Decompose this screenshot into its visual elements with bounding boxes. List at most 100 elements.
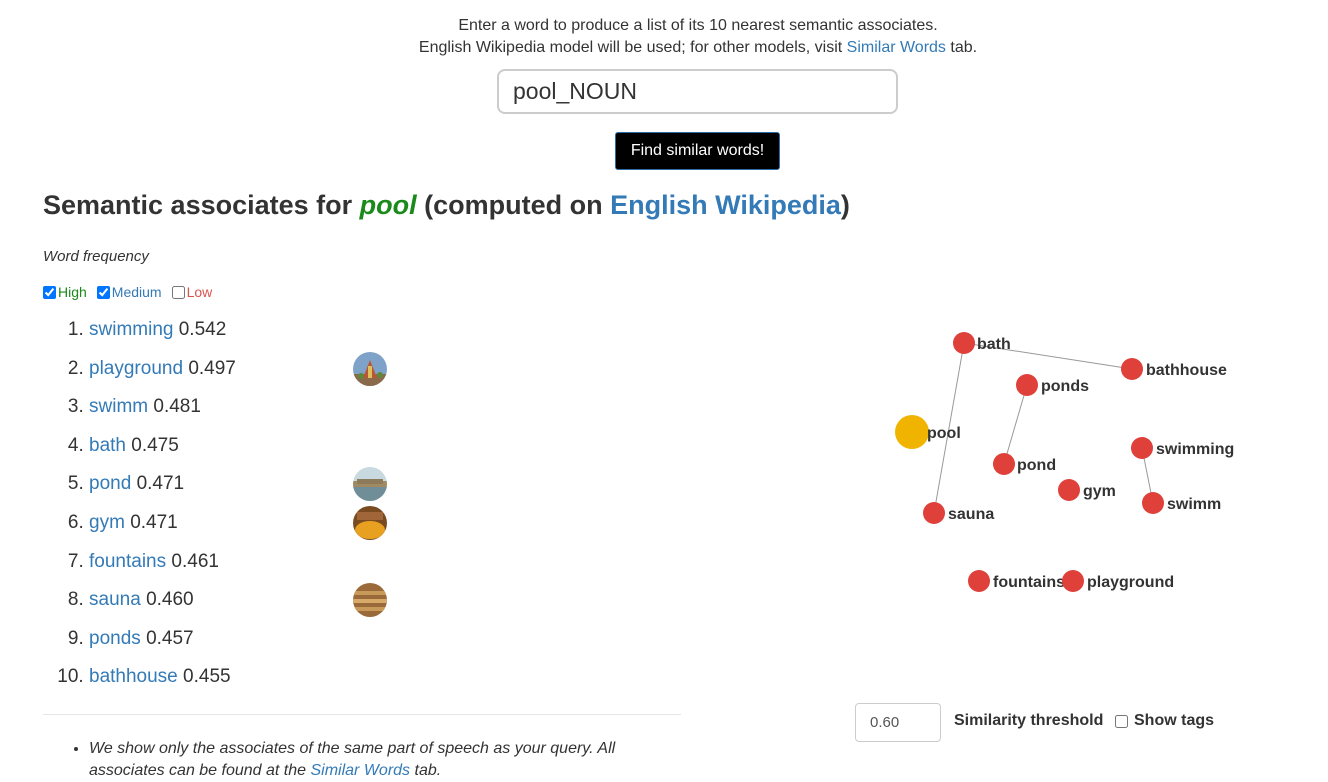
- list-item: gym 0.471: [89, 504, 449, 543]
- gym-thumbnail[interactable]: [353, 505, 387, 540]
- graph-node-pond[interactable]: pond: [993, 453, 1056, 475]
- show-tags-toggle[interactable]: Show tags: [1115, 712, 1214, 730]
- intro-line-1: Enter a word to produce a list of its 10…: [458, 17, 938, 34]
- associate-link[interactable]: swimming: [89, 319, 173, 340]
- similarity-threshold-input[interactable]: [855, 703, 941, 742]
- filter-high[interactable]: High: [43, 284, 87, 300]
- find-similar-words-button[interactable]: Find similar words!: [615, 132, 780, 170]
- search-input[interactable]: [497, 69, 898, 114]
- associate-score: 0.542: [178, 319, 227, 340]
- node-sauna-label: sauna: [948, 506, 994, 523]
- associates-list: swimming 0.542 playground 0.497 swimm 0.…: [43, 311, 449, 697]
- node-pond-circle[interactable]: [993, 453, 1015, 475]
- associate-score: 0.471: [136, 473, 185, 495]
- node-pond-label: pond: [1017, 457, 1056, 474]
- associate-score: 0.481: [153, 396, 201, 418]
- frequency-filters: High Medium Low: [43, 284, 222, 300]
- filter-medium[interactable]: Medium: [96, 284, 162, 300]
- graph-node-gym[interactable]: gym: [1058, 479, 1116, 501]
- high-frequency-label: High: [58, 284, 87, 300]
- graph-node-fountains[interactable]: fountains: [968, 570, 1065, 592]
- node-fountains-circle[interactable]: [968, 570, 990, 592]
- note-text-2: tab.: [410, 762, 442, 779]
- graph-node-ponds[interactable]: ponds: [1016, 374, 1089, 396]
- word-frequency-label: Word frequency: [43, 248, 149, 265]
- semantic-graph[interactable]: pool bath bathhouse ponds pond swimming …: [870, 300, 1310, 630]
- low-frequency-label: Low: [186, 284, 213, 300]
- associate-score: 0.460: [146, 589, 194, 611]
- intro-line-2-suffix: tab.: [945, 39, 978, 56]
- title-middle: (computed on: [416, 190, 611, 220]
- list-item: swimm 0.481: [89, 388, 449, 427]
- list-item: pond 0.471: [89, 465, 449, 504]
- notes-list: We show only the associates of the same …: [43, 738, 689, 782]
- node-bathhouse-circle[interactable]: [1121, 358, 1143, 380]
- node-swimm-label: swimm: [1167, 496, 1221, 513]
- similar-words-link[interactable]: Similar Words: [847, 39, 946, 56]
- graph-node-bathhouse[interactable]: bathhouse: [1121, 358, 1227, 380]
- list-item: swimming 0.542: [89, 311, 449, 350]
- graph-edges: [933, 342, 1154, 514]
- list-item: bath 0.475: [89, 427, 449, 466]
- graph-node-swimming[interactable]: swimming: [1131, 437, 1234, 459]
- title-query-word: pool: [359, 190, 417, 220]
- associate-link[interactable]: ponds: [89, 628, 141, 649]
- title-prefix: Semantic associates for: [43, 190, 360, 220]
- model-link[interactable]: English Wikipedia: [610, 190, 841, 220]
- low-frequency-checkbox[interactable]: [171, 285, 185, 299]
- node-fountains-label: fountains: [993, 574, 1065, 591]
- show-tags-checkbox[interactable]: [1115, 714, 1128, 728]
- pond-thumbnail[interactable]: [353, 467, 387, 502]
- node-bath-label: bath: [977, 336, 1011, 353]
- associate-link[interactable]: pond: [89, 473, 131, 494]
- playground-thumbnail[interactable]: [353, 351, 387, 386]
- associate-link[interactable]: fountains: [89, 551, 166, 572]
- associate-link[interactable]: playground: [89, 358, 183, 379]
- medium-frequency-label: Medium: [111, 284, 162, 300]
- intro-text: Enter a word to produce a list of its 10…: [0, 15, 1328, 59]
- list-item: playground 0.497: [89, 350, 449, 389]
- node-gym-label: gym: [1083, 483, 1116, 500]
- title-suffix: ): [840, 190, 850, 220]
- graph-node-sauna[interactable]: sauna: [923, 502, 994, 524]
- node-pool-circle[interactable]: [895, 415, 929, 449]
- node-swimming-circle[interactable]: [1131, 437, 1153, 459]
- associate-score: 0.457: [146, 627, 194, 649]
- associate-score: 0.471: [130, 511, 178, 533]
- associate-score: 0.461: [171, 550, 219, 572]
- note-item: We show only the associates of the same …: [89, 738, 689, 782]
- graph-node-playground[interactable]: playground: [1062, 570, 1174, 592]
- node-ponds-circle[interactable]: [1016, 374, 1038, 396]
- high-frequency-checkbox[interactable]: [43, 285, 56, 299]
- list-item: sauna 0.460: [89, 581, 449, 620]
- node-playground-circle[interactable]: [1062, 570, 1084, 592]
- list-item: ponds 0.457: [89, 620, 449, 659]
- sauna-thumbnail[interactable]: [353, 583, 387, 618]
- associate-link[interactable]: gym: [89, 512, 125, 533]
- node-swimming-label: swimming: [1156, 441, 1234, 458]
- associate-link[interactable]: swimm: [89, 396, 148, 417]
- graph-node-swimm[interactable]: swimm: [1142, 492, 1221, 514]
- node-pool-label: pool: [927, 425, 961, 442]
- node-ponds-label: ponds: [1041, 378, 1089, 395]
- associate-score: 0.497: [188, 357, 236, 379]
- associate-score: 0.455: [183, 666, 231, 688]
- divider: [43, 714, 681, 715]
- note-similar-words-link[interactable]: Similar Words: [310, 762, 410, 779]
- medium-frequency-checkbox[interactable]: [96, 285, 110, 299]
- node-gym-circle[interactable]: [1058, 479, 1080, 501]
- associate-link[interactable]: bathhouse: [89, 666, 178, 687]
- list-item: bathhouse 0.455: [89, 658, 449, 697]
- graph-node-bath[interactable]: bath: [953, 332, 1011, 354]
- node-playground-label: playground: [1087, 574, 1174, 591]
- edge-ponds-pond: [1003, 384, 1028, 465]
- node-bathhouse-label: bathhouse: [1146, 362, 1227, 379]
- node-swimm-circle[interactable]: [1142, 492, 1164, 514]
- node-bath-circle[interactable]: [953, 332, 975, 354]
- associate-link[interactable]: sauna: [89, 589, 141, 610]
- associate-link[interactable]: bath: [89, 435, 126, 456]
- filter-low[interactable]: Low: [171, 284, 213, 300]
- page-title: Semantic associates for pool (computed o…: [43, 190, 850, 221]
- node-sauna-circle[interactable]: [923, 502, 945, 524]
- associate-score: 0.475: [131, 434, 179, 456]
